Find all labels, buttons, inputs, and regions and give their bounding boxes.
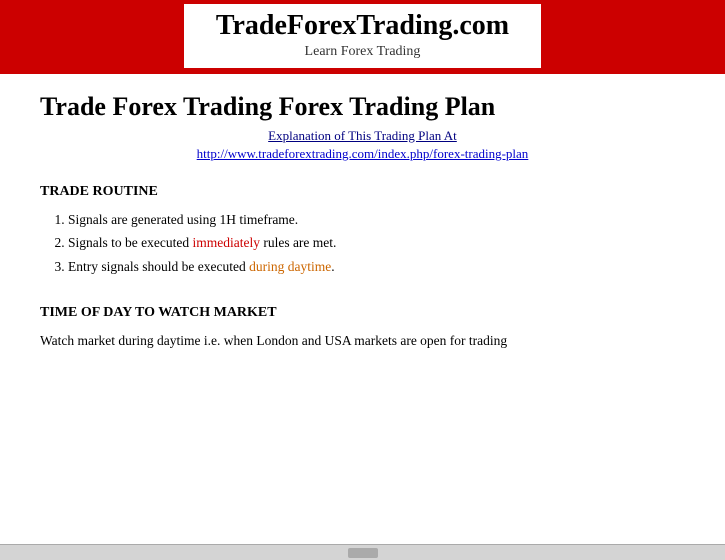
time-of-day-section: TIME OF DAY TO WATCH MARKET Watch market… <box>40 305 685 351</box>
time-of-day-heading: TIME OF DAY TO WATCH MARKET <box>40 305 685 321</box>
page-title: Trade Forex Trading Forex Trading Plan <box>40 92 685 122</box>
item2-highlight: immediately <box>192 235 259 250</box>
site-title: TradeForexTrading.com <box>216 10 509 42</box>
list-item: Signals are generated using 1H timeframe… <box>68 210 685 230</box>
content-area: Trade Forex Trading Forex Trading Plan E… <box>0 74 725 544</box>
header-inner: TradeForexTrading.com Learn Forex Tradin… <box>184 4 541 68</box>
scrollbar-area[interactable] <box>0 544 725 560</box>
item1-text: Signals are generated using 1H timeframe… <box>68 212 298 227</box>
explanation-link-url[interactable]: http://www.tradeforextrading.com/index.p… <box>40 146 685 162</box>
item3-text-before: Entry signals should be executed <box>68 259 249 274</box>
scrollbar-thumb[interactable] <box>348 548 378 558</box>
header-banner: TradeForexTrading.com Learn Forex Tradin… <box>0 0 725 74</box>
item2-text-before: Signals to be executed <box>68 235 192 250</box>
item2-text-after: rules are met. <box>260 235 336 250</box>
item3-text-after: . <box>331 259 334 274</box>
trade-routine-list: Signals are generated using 1H timeframe… <box>40 210 685 277</box>
list-item: Entry signals should be executed during … <box>68 257 685 277</box>
time-of-day-text: Watch market during daytime i.e. when Lo… <box>40 331 685 351</box>
list-item: Signals to be executed immediately rules… <box>68 233 685 253</box>
item3-highlight: during daytime <box>249 259 331 274</box>
trade-routine-section: TRADE ROUTINE Signals are generated usin… <box>40 184 685 277</box>
trade-routine-heading: TRADE ROUTINE <box>40 184 685 200</box>
site-subtitle: Learn Forex Trading <box>305 44 421 60</box>
explanation-link-label[interactable]: Explanation of This Trading Plan At <box>40 128 685 144</box>
